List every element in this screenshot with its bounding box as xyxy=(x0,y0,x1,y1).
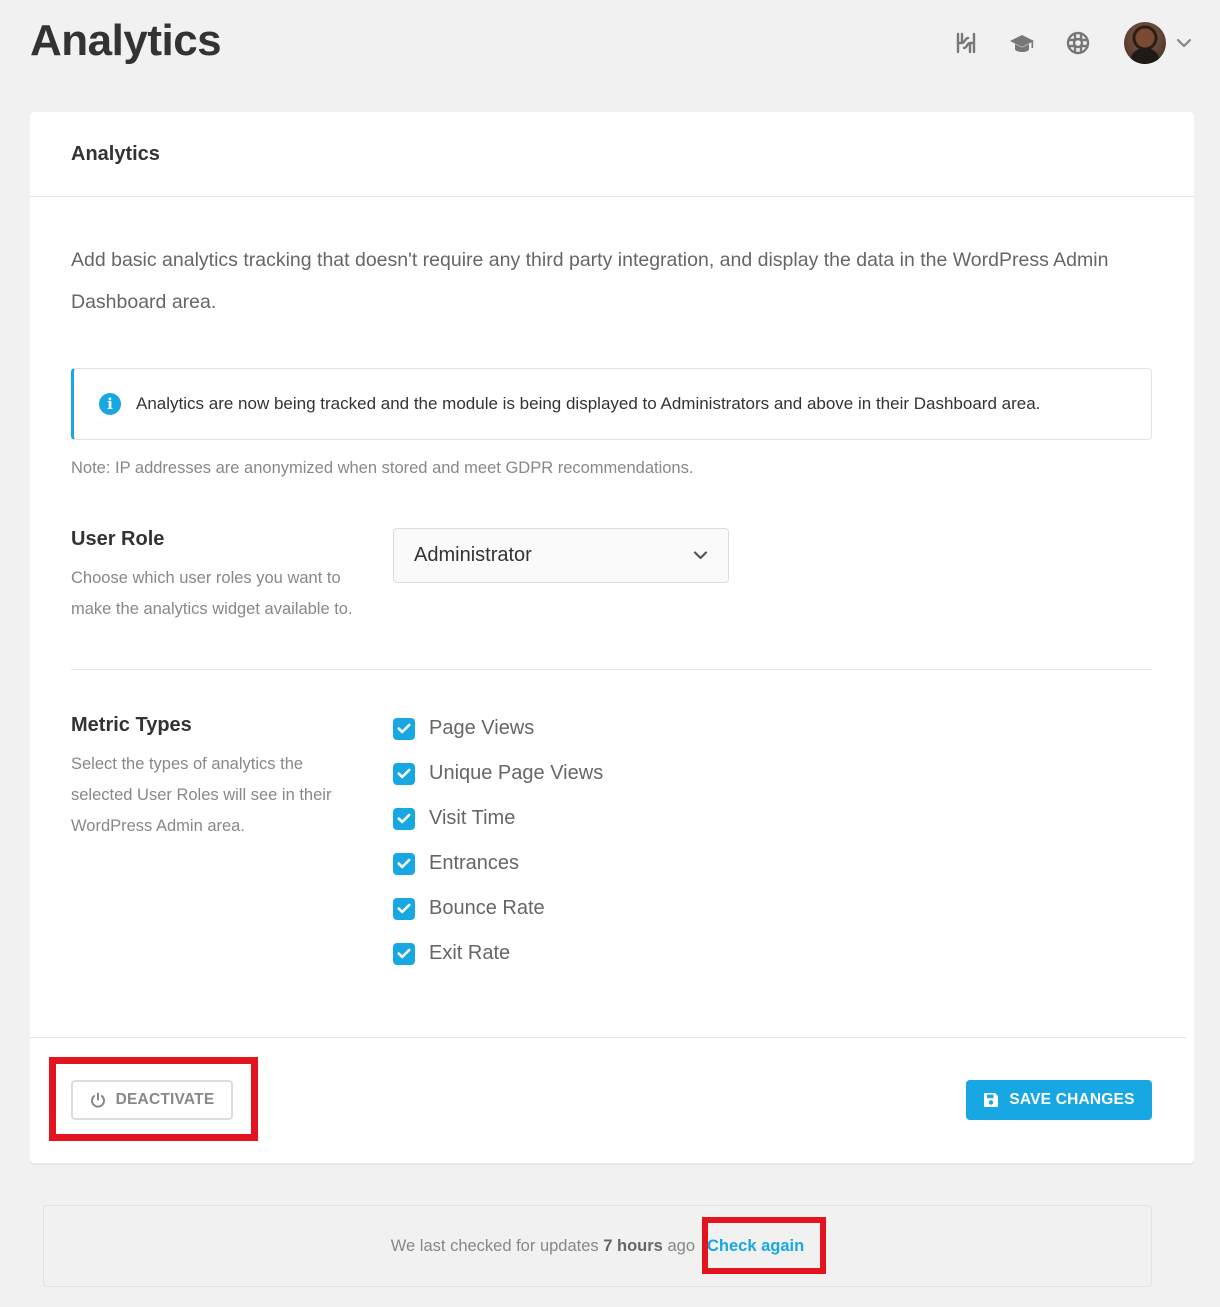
user-avatar[interactable] xyxy=(1124,22,1166,64)
update-suffix: ago xyxy=(667,1236,695,1255)
notice-text: Analytics are now being tracked and the … xyxy=(136,394,1041,413)
save-icon xyxy=(984,1093,999,1107)
metric-label: Visit Time xyxy=(429,807,516,829)
save-changes-label: SAVE CHANGES xyxy=(1009,1091,1135,1108)
user-role-title: User Role xyxy=(71,528,165,550)
card-header: Analytics xyxy=(30,112,1194,197)
user-role-label-group: User Role Choose which user roles you wa… xyxy=(71,528,393,625)
chevron-down-icon xyxy=(693,551,708,560)
deactivate-highlight-box xyxy=(49,1057,258,1141)
update-status-text: We last checked for updates 7 hours ago xyxy=(391,1237,695,1256)
user-role-row: User Role Choose which user roles you wa… xyxy=(71,528,1152,625)
metric-types-description: Select the types of analytics the select… xyxy=(71,755,332,835)
user-menu[interactable] xyxy=(1124,22,1192,64)
checkbox-checked-icon[interactable] xyxy=(393,762,415,785)
metric-checkbox-bounce-rate[interactable]: Bounce Rate xyxy=(393,886,603,931)
analytics-card: Analytics Add basic analytics tracking t… xyxy=(30,112,1194,1163)
card-title: Analytics xyxy=(71,142,160,165)
metric-checkbox-list: Page Views Unique Page Views Visit Time … xyxy=(393,714,603,976)
support-icon[interactable] xyxy=(1050,23,1106,63)
page-title: Analytics xyxy=(30,16,222,65)
metric-label: Page Views xyxy=(429,717,535,739)
info-notice: i Analytics are now being tracked and th… xyxy=(71,368,1152,440)
check-again-highlight-box xyxy=(702,1217,826,1274)
checkbox-checked-icon[interactable] xyxy=(393,942,415,965)
intro-text: Add basic analytics tracking that doesn'… xyxy=(71,249,1109,313)
top-actions xyxy=(938,22,1192,64)
card-body: Add basic analytics tracking that doesn'… xyxy=(30,239,1194,976)
chevron-down-icon xyxy=(1176,38,1192,48)
save-changes-button[interactable]: SAVE CHANGES xyxy=(966,1080,1152,1120)
section-divider xyxy=(71,669,1152,670)
metric-types-row: Metric Types Select the types of analyti… xyxy=(71,714,1152,976)
info-icon: i xyxy=(99,393,121,415)
checkbox-checked-icon[interactable] xyxy=(393,897,415,920)
metric-types-title: Metric Types xyxy=(71,714,192,736)
gdpr-note: Note: IP addresses are anonymized when s… xyxy=(71,459,694,477)
metric-label: Unique Page Views xyxy=(429,762,604,784)
metric-checkbox-unique-page-views[interactable]: Unique Page Views xyxy=(393,751,603,796)
metric-checkbox-exit-rate[interactable]: Exit Rate xyxy=(393,931,603,976)
metric-checkbox-page-views[interactable]: Page Views xyxy=(393,706,603,751)
checkbox-checked-icon[interactable] xyxy=(393,807,415,830)
metric-label: Bounce Rate xyxy=(429,897,545,919)
user-role-selected: Administrator xyxy=(414,544,532,566)
update-time: 7 hours xyxy=(603,1236,663,1255)
metric-checkbox-entrances[interactable]: Entrances xyxy=(393,841,603,886)
hub-icon[interactable] xyxy=(938,23,994,63)
academy-icon[interactable] xyxy=(994,23,1050,63)
user-role-select[interactable]: Administrator xyxy=(393,528,729,583)
metric-label: Exit Rate xyxy=(429,942,511,964)
update-prefix: We last checked for updates xyxy=(390,1236,599,1255)
update-check-bar: We last checked for updates 7 hours ago … xyxy=(43,1205,1152,1287)
metric-types-label-group: Metric Types Select the types of analyti… xyxy=(71,714,393,976)
metric-label: Entrances xyxy=(429,852,520,874)
metric-checkbox-visit-time[interactable]: Visit Time xyxy=(393,796,603,841)
checkbox-checked-icon[interactable] xyxy=(393,852,415,875)
user-role-description: Choose which user roles you want to make… xyxy=(71,569,353,618)
checkbox-checked-icon[interactable] xyxy=(393,717,415,740)
